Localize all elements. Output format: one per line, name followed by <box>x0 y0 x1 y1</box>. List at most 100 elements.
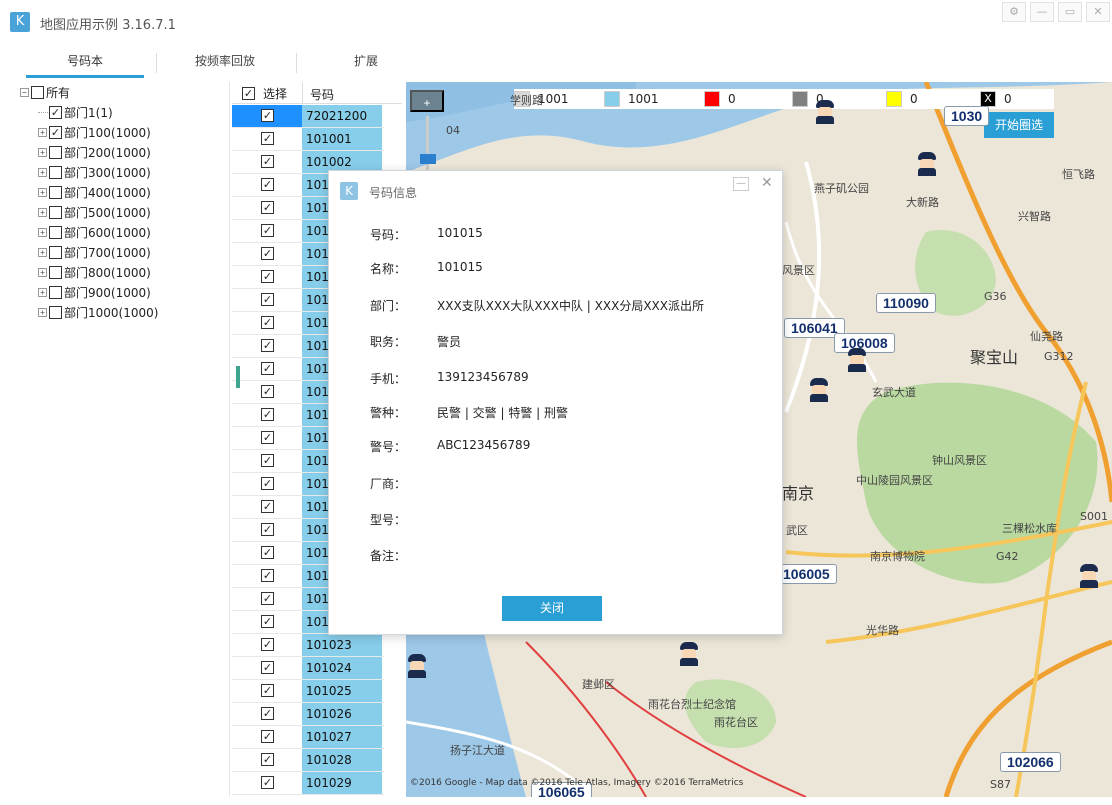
map-marker-label[interactable]: 102066 <box>1000 752 1061 772</box>
list-row[interactable]: ✓ 101001 <box>232 128 384 151</box>
row-checkbox[interactable]: ✓ <box>261 776 274 789</box>
row-checkbox[interactable]: ✓ <box>261 454 274 467</box>
tree-root-checkbox[interactable] <box>31 85 44 99</box>
expand-icon[interactable]: + <box>38 127 47 137</box>
police-icon[interactable] <box>846 348 868 372</box>
tab-extensions[interactable]: 扩展 <box>306 48 426 78</box>
row-checkbox[interactable]: ✓ <box>261 201 274 214</box>
map-marker-label[interactable]: 106005 <box>776 564 837 584</box>
row-checkbox[interactable]: ✓ <box>261 247 274 260</box>
row-checkbox[interactable]: ✓ <box>261 546 274 559</box>
list-row[interactable]: ✓ 101029 <box>232 772 384 795</box>
tree-item[interactable]: + 部门300(1000) <box>38 162 151 182</box>
row-checkbox[interactable]: ✓ <box>261 224 274 237</box>
list-row[interactable]: ✓ 101024 <box>232 657 384 680</box>
tree-root[interactable]: − 所有 <box>20 82 70 102</box>
row-checkbox[interactable]: ✓ <box>261 293 274 306</box>
expand-icon[interactable]: + <box>38 227 47 237</box>
row-checkbox[interactable]: ✓ <box>261 592 274 605</box>
row-checkbox[interactable]: ✓ <box>261 707 274 720</box>
tree-item-checkbox[interactable] <box>49 265 62 279</box>
map-marker-label[interactable]: 1030 <box>944 106 990 126</box>
tree-item[interactable]: + ✓ 部门100(1000) <box>38 122 151 142</box>
select-all[interactable]: ✓ 选择 <box>242 85 287 102</box>
list-row[interactable]: ✓ 101028 <box>232 749 384 772</box>
tree-item[interactable]: + 部门200(1000) <box>38 142 151 162</box>
row-checkbox[interactable]: ✓ <box>261 500 274 513</box>
tree-item-checkbox[interactable] <box>49 285 62 299</box>
row-checkbox[interactable]: ✓ <box>261 270 274 283</box>
select-all-checkbox[interactable]: ✓ <box>242 87 255 100</box>
tree-item-checkbox[interactable] <box>49 165 62 179</box>
tree-item[interactable]: + 部门800(1000) <box>38 262 151 282</box>
settings-icon[interactable]: ⚙ <box>1002 2 1026 22</box>
expand-icon[interactable]: + <box>38 147 47 157</box>
police-icon[interactable] <box>406 654 428 678</box>
tab-frequency-playback[interactable]: 按频率回放 <box>164 48 286 78</box>
row-checkbox[interactable]: ✓ <box>261 431 274 444</box>
map-marker-label[interactable]: 110090 <box>876 293 936 313</box>
row-checkbox[interactable]: ✓ <box>261 155 274 168</box>
row-checkbox[interactable]: ✓ <box>261 569 274 582</box>
row-checkbox[interactable]: ✓ <box>261 684 274 697</box>
tree-item[interactable]: ✓ 部门1(1) <box>38 102 113 122</box>
list-row[interactable]: ✓ 101027 <box>232 726 384 749</box>
row-drag-handle[interactable] <box>236 366 240 388</box>
maximize-button[interactable]: ▭ <box>1058 2 1082 22</box>
tree-item-checkbox[interactable] <box>49 225 62 239</box>
zoom-in-button[interactable]: + <box>410 90 444 112</box>
row-checkbox[interactable]: ✓ <box>261 730 274 743</box>
expand-icon[interactable]: + <box>38 267 47 277</box>
tree-item-checkbox[interactable] <box>49 145 62 159</box>
row-checkbox[interactable]: ✓ <box>261 385 274 398</box>
dialog-minimize-button[interactable]: — <box>733 177 749 191</box>
tree-item-checkbox[interactable]: ✓ <box>49 105 62 119</box>
tree-item-checkbox[interactable] <box>49 185 62 199</box>
minimize-button[interactable]: — <box>1030 2 1054 22</box>
row-checkbox[interactable]: ✓ <box>261 339 274 352</box>
expand-icon[interactable]: + <box>38 167 47 177</box>
expand-icon[interactable]: + <box>38 287 47 297</box>
row-checkbox[interactable]: ✓ <box>261 408 274 421</box>
tree-item-checkbox[interactable] <box>49 205 62 219</box>
expand-icon[interactable]: + <box>38 307 47 317</box>
row-checkbox[interactable]: ✓ <box>261 132 274 145</box>
row-checkbox[interactable]: ✓ <box>261 477 274 490</box>
tree-item[interactable]: + 部门500(1000) <box>38 202 151 222</box>
row-checkbox[interactable]: ✓ <box>261 615 274 628</box>
row-checkbox[interactable]: ✓ <box>261 523 274 536</box>
tree-item[interactable]: + 部门700(1000) <box>38 242 151 262</box>
expand-icon[interactable]: + <box>38 247 47 257</box>
tree-item[interactable]: + 部门600(1000) <box>38 222 151 242</box>
row-checkbox[interactable]: ✓ <box>261 661 274 674</box>
expand-icon[interactable]: + <box>38 207 47 217</box>
dialog-titlebar[interactable]: K 号码信息 — ✕ <box>329 171 784 211</box>
tree-item[interactable]: + 部门900(1000) <box>38 282 151 302</box>
list-row[interactable]: ✓ 101025 <box>232 680 384 703</box>
row-checkbox[interactable]: ✓ <box>261 316 274 329</box>
row-checkbox[interactable]: ✓ <box>261 753 274 766</box>
list-row[interactable]: ✓ 101026 <box>232 703 384 726</box>
dialog-close-icon[interactable]: ✕ <box>761 175 773 191</box>
row-checkbox[interactable]: ✓ <box>261 178 274 191</box>
row-checkbox[interactable]: ✓ <box>261 109 274 122</box>
tree-item-checkbox[interactable] <box>49 245 62 259</box>
tree-item[interactable]: + 部门400(1000) <box>38 182 151 202</box>
expand-icon[interactable]: + <box>38 187 47 197</box>
list-row[interactable]: ✓ 101023 <box>232 634 384 657</box>
police-icon[interactable] <box>916 152 938 176</box>
zoom-knob[interactable] <box>420 154 436 164</box>
tab-phonebook[interactable]: 号码本 <box>26 48 144 78</box>
police-icon[interactable] <box>678 642 700 666</box>
row-checkbox[interactable]: ✓ <box>261 362 274 375</box>
close-window-button[interactable]: ✕ <box>1086 2 1110 22</box>
police-icon[interactable] <box>814 100 836 124</box>
dialog-close-button[interactable]: 关闭 <box>502 596 602 621</box>
row-checkbox[interactable]: ✓ <box>261 638 274 651</box>
tree-item[interactable]: + 部门1000(1000) <box>38 302 158 322</box>
list-row[interactable]: ✓ 72021200 <box>232 105 384 128</box>
collapse-icon[interactable]: − <box>20 87 29 97</box>
tree-item-checkbox[interactable]: ✓ <box>49 125 62 139</box>
start-select-button[interactable]: 开始圈选 <box>984 112 1054 138</box>
police-icon[interactable] <box>808 378 830 402</box>
